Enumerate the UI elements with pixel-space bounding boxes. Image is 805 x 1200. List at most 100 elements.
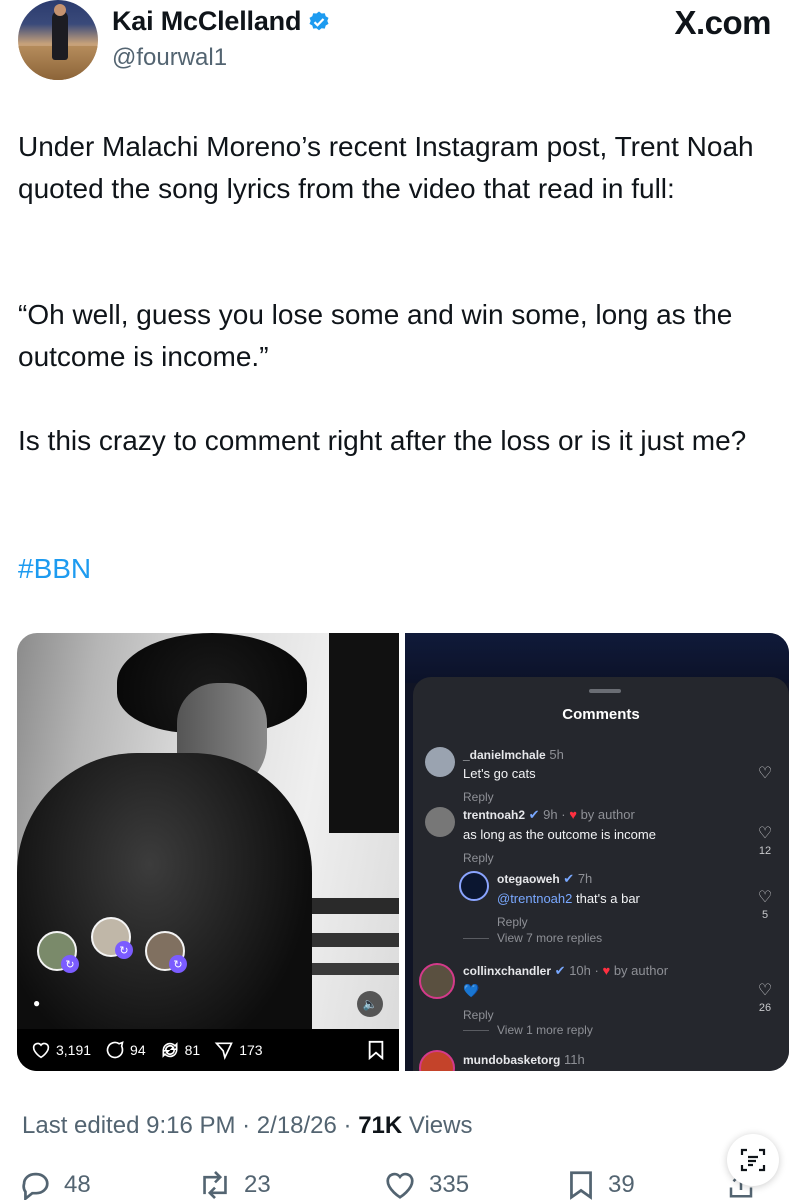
commenter-avatar [419,963,455,999]
reel-stats-bar: 3,191 94 81 173 [17,1029,399,1071]
send-icon [214,1042,234,1060]
heart-icon: ♥ [569,807,577,822]
bookmark-count: 39 [608,1171,635,1198]
like-button[interactable]: 335 [383,1170,566,1200]
comment-mention[interactable]: @trentnoah2 [497,891,572,906]
repost-icon [162,1042,178,1058]
views-count: 71K [358,1112,403,1139]
author-avatar[interactable] [18,0,98,80]
reel-comments: 94 [105,1040,146,1060]
comment-text: as long as the outcome is income [463,827,656,842]
reply-count: 48 [64,1171,91,1198]
repost-button[interactable]: 23 [198,1170,383,1200]
repost-icon [203,1170,227,1200]
author-name-row: Kai McClelland [112,6,331,37]
bookmark-icon [570,1171,592,1200]
media-image-comments[interactable]: Comments _danielmchale 5h Let's go cats … [405,633,789,1071]
reply-button[interactable]: 48 [18,1170,198,1200]
author-name[interactable]: Kai McClelland [112,6,301,37]
view-more-replies[interactable]: View 1 more reply [463,1023,593,1037]
reel-bookmark[interactable] [367,1040,385,1060]
sync-icon: ↻ [169,955,187,973]
comment-like-count: 12 [758,845,772,857]
comment-text: 💙 [463,983,480,998]
comment-reply: Reply [497,915,528,929]
verified-badge-icon [309,11,329,30]
author-handle[interactable]: @fourwal1 [112,44,227,72]
views-label: Views [402,1112,473,1139]
comment-like: ♡ 26 [750,980,780,1014]
verified-badge-icon: ✔ [554,963,566,978]
commenter-avatar [425,807,455,837]
bookmark-icon [368,1040,384,1060]
heart-icon: ♡ [757,765,773,782]
verified-badge-icon: ✔ [528,807,540,822]
reel-likes-count: 3,191 [56,1042,92,1058]
commenter-avatar [459,871,489,901]
comment-like-count: 5 [761,909,769,921]
reel-reposts-count: 81 [184,1042,201,1058]
comment-like-count: 26 [758,1002,772,1014]
tweet-meta: Last edited 9:16 PM · 2/18/26 · 71K View… [22,1112,473,1140]
heart-icon: ♡ [757,889,773,906]
comments-sheet: Comments _danielmchale 5h Let's go cats … [413,677,789,1071]
comment-reply: Reply [463,851,494,865]
comment-like: ♡ 12 [750,823,780,857]
like-count: 335 [429,1171,470,1198]
comment-time: 7h [577,871,593,886]
sync-icon: ↻ [115,941,133,959]
like-icon [386,1172,414,1199]
view-more-replies[interactable]: View 7 more replies [463,931,602,945]
drag-handle [589,689,621,693]
hashtag-link[interactable]: #BBN [18,548,91,590]
comment-time: 9h [543,807,558,822]
collab-avatar: ↻ [37,931,79,973]
comment-time: 10h [569,963,591,978]
commenter-avatar [419,1050,455,1071]
heart-icon: ♡ [757,982,773,999]
comment-username: trentnoah2 [463,808,526,822]
media-image-reel[interactable]: ↻ ↻ ↻ ● 🔈 3,191 94 81 173 [17,633,399,1071]
collab-avatars: ↻ ↻ ↻ [37,917,187,973]
repost-count: 23 [244,1171,271,1198]
comment-username: mundobasketorg [463,1053,561,1067]
verified-badge-icon: ✔ [563,871,575,886]
comment-username: _danielmchale [463,748,546,762]
reply-icon [22,1172,49,1200]
media-grid: ↻ ↻ ↻ ● 🔈 3,191 94 81 173 Comments _dani… [17,633,789,1071]
comment-by-author: by author [613,963,669,978]
x-logo: X.com [674,4,771,41]
comment-reply: Reply [463,1008,494,1022]
collab-avatar: ↻ [91,917,133,959]
person-icon: ● [33,996,41,1010]
reel-comments-count: 94 [130,1042,146,1058]
grok-button[interactable] [727,1134,779,1186]
comment-text: Let's go cats [463,766,536,781]
tweet-paragraph: “Oh well, guess you lose some and win so… [18,299,733,372]
edited-timestamp[interactable]: Last edited 9:16 PM · 2/18/26 · [22,1112,358,1139]
heart-icon: ♡ [757,825,773,842]
commenter-avatar [425,747,455,777]
comment-time: 11h [563,1052,585,1067]
comment-like: ♡ [750,763,780,783]
comment-reply: Reply [463,790,494,804]
collab-avatar: ↻ [145,931,187,973]
comment-username: otegaoweh [497,872,560,886]
reel-reposts: 81 [160,1040,201,1060]
reel-likes: 3,191 [31,1041,91,1059]
bookmark-button[interactable]: 39 [566,1170,726,1200]
comment-time: 5h [549,747,564,762]
heart-icon: ♥ [602,963,611,978]
comment-bubble-icon [106,1041,124,1059]
comments-title: Comments [562,706,640,723]
comment-by-author: by author [580,807,635,822]
sync-icon: ↻ [61,955,79,973]
volume-icon[interactable]: 🔈 [357,991,383,1017]
tweet-paragraph: Under Malachi Moreno’s recent Instagram … [18,131,754,204]
comment-like: ♡ 5 [750,887,780,921]
heart-icon [32,1042,50,1059]
comment-text: that's a bar [572,891,640,906]
reel-shares: 173 [214,1040,263,1060]
tweet-actions: 48 23 335 39 [18,1170,756,1200]
grok-icon [740,1148,766,1172]
